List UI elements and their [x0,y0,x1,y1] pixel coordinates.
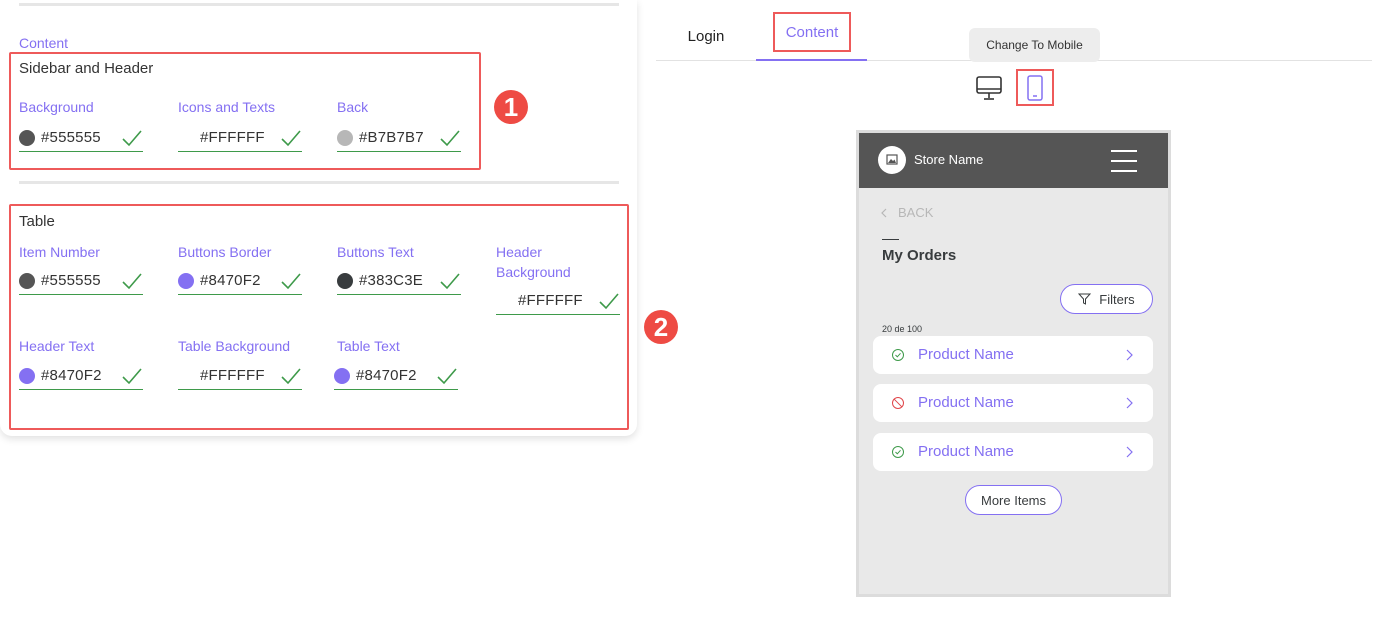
mobile-preview: Store Name BACK My Orders Filters 20 de … [856,130,1171,597]
filters-button[interactable]: Filters [1060,284,1153,314]
order-name: Product Name [918,443,1014,460]
desktop-view-button[interactable] [974,73,1004,103]
active-tab-indicator [756,59,867,61]
tab-login[interactable]: Login [672,12,740,60]
back-link[interactable]: BACK [880,205,933,220]
results-count: 20 de 100 [882,324,923,334]
blocked-icon [892,397,904,409]
page-title: My Orders [882,247,957,264]
divider [19,181,619,184]
chevron-right-icon [1126,446,1133,458]
order-name: Product Name [918,394,1014,411]
more-items-button[interactable]: More Items [965,485,1062,515]
order-row[interactable]: Product Name [873,433,1153,471]
filter-icon [1078,293,1092,305]
highlight-box-1 [9,52,481,170]
order-name: Product Name [918,346,1014,363]
order-row[interactable]: Product Name [873,384,1153,422]
preview-header: Store Name [859,133,1168,188]
chevron-left-icon [881,208,887,217]
store-name: Store Name [914,152,984,167]
step-badge-1: 1 [494,90,528,124]
app-root: Content Sidebar and Header Background #5… [0,0,1389,625]
highlight-box-2 [9,204,629,430]
mobile-icon [1027,74,1043,101]
image-icon [886,154,898,165]
divider [19,3,619,6]
back-label: BACK [898,205,934,220]
title-dash [882,239,899,240]
theme-settings-panel: Content Sidebar and Header Background #5… [0,0,637,436]
check-circle-icon [892,446,904,458]
desktop-icon [976,76,1002,100]
menu-icon[interactable] [1111,150,1137,172]
step-badge-2: 2 [644,310,678,344]
content-link[interactable]: Content [19,35,68,51]
check-circle-icon [892,349,904,361]
filters-label: Filters [1099,291,1135,307]
mobile-view-button[interactable] [1016,69,1054,106]
store-logo [878,146,906,174]
chevron-right-icon [1126,349,1133,361]
change-to-mobile-tooltip: Change To Mobile [969,28,1100,62]
order-row[interactable]: Product Name [873,336,1153,374]
chevron-right-icon [1126,397,1133,409]
tab-content[interactable]: Content [773,12,851,52]
